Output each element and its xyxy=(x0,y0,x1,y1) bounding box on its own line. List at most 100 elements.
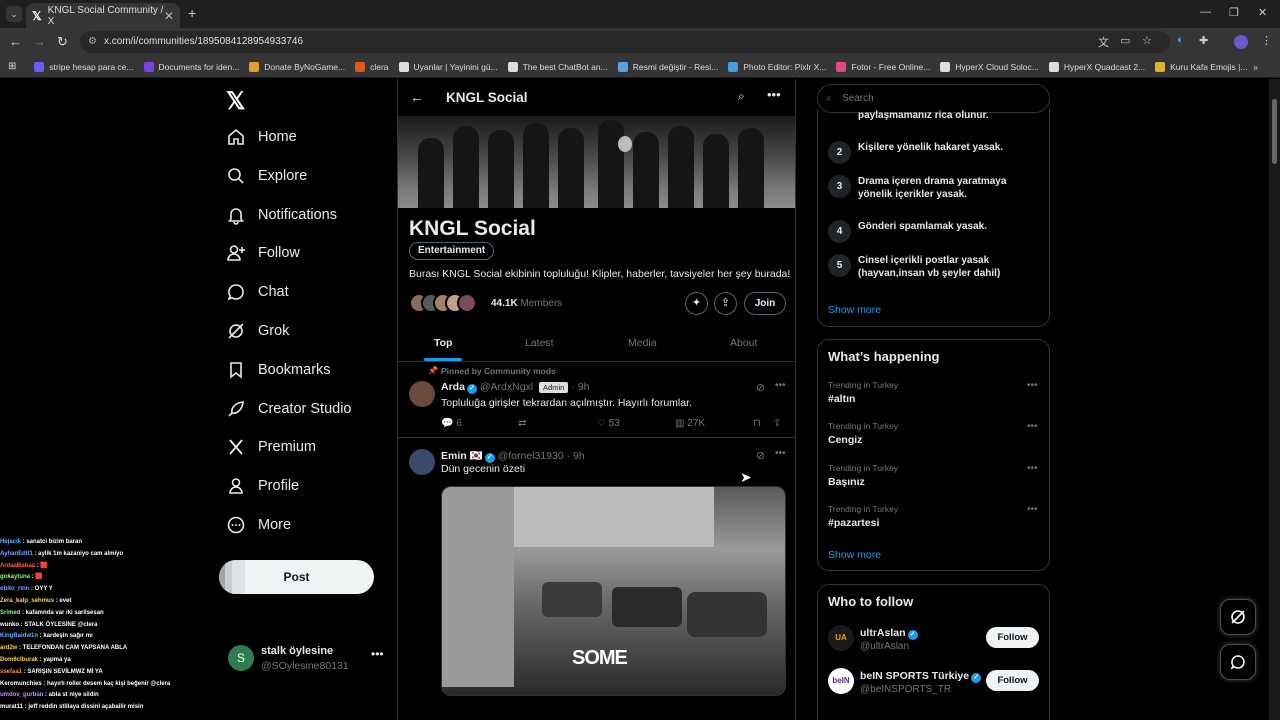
tab-search-button[interactable]: ⌄ xyxy=(6,6,22,22)
follow-name[interactable]: ultrAslan ✓ xyxy=(860,627,918,640)
back-arrow-icon[interactable]: ← xyxy=(410,89,424,105)
sidebar-item-chat[interactable]: Chat xyxy=(226,278,289,306)
sidebar-item-premium[interactable]: Premium xyxy=(226,433,316,461)
cast-icon[interactable]: ▭ xyxy=(1120,34,1130,47)
trend-more-icon[interactable]: ••• xyxy=(1027,463,1038,474)
window-close-icon[interactable]: ✕ xyxy=(1258,6,1267,19)
tab-media[interactable]: Media xyxy=(628,337,657,349)
account-switcher[interactable]: S stalk öylesine @SOylesine80131 ••• xyxy=(226,645,386,677)
browser-tab[interactable]: 𝕏 KNGL Social Community / X ✕ xyxy=(26,3,180,28)
grok-post-icon[interactable]: ⊘ xyxy=(756,449,765,462)
grok-sparkle-button[interactable]: ✦ xyxy=(685,292,708,315)
bookmark-item[interactable]: stripe hesap para ce... xyxy=(34,61,134,72)
trend-item[interactable]: Trending in Turkey #pazartesi ••• xyxy=(828,504,1043,536)
scrollbar-thumb[interactable] xyxy=(1272,99,1277,164)
post[interactable]: Emin 🇰🇷 ✓ @fornel31930 · 9h ⊘ ••• Dün gec… xyxy=(398,441,795,720)
extension-icon[interactable]: ◖ xyxy=(1176,34,1183,46)
follow-suggestion[interactable]: UA ultrAslan ✓ @ultrAslan Follow xyxy=(828,625,1043,655)
sidebar-item-more[interactable]: More xyxy=(226,511,291,539)
bookmark-item[interactable]: Fotor - Free Online... xyxy=(836,61,930,72)
follow-button[interactable]: Follow xyxy=(986,627,1039,648)
avatar[interactable] xyxy=(409,381,435,407)
trends-show-more-link[interactable]: Show more xyxy=(828,549,881,561)
post-author[interactable]: Arda ✓ @ArdxNgxl Admin · 9h xyxy=(441,381,589,394)
site-info-icon[interactable]: ⚙ xyxy=(88,31,97,53)
sidebar-item-notifications[interactable]: Notifications xyxy=(226,201,337,229)
repost-button[interactable]: ⇄ xyxy=(518,418,526,429)
back-icon[interactable]: ← xyxy=(9,34,22,49)
account-more-icon[interactable]: ••• xyxy=(371,647,384,661)
sidebar-item-explore[interactable]: Explore xyxy=(226,162,307,190)
bookmarks-overflow-icon[interactable]: » xyxy=(1253,62,1258,72)
tab-top[interactable]: Top xyxy=(434,337,452,349)
extensions-puzzle-icon[interactable]: ✚ xyxy=(1199,34,1208,47)
follow-name[interactable]: beIN SPORTS Türkiye ✓ xyxy=(860,670,982,683)
avatar[interactable]: beIN xyxy=(828,668,854,694)
x-logo-icon[interactable]: 𝕏 xyxy=(226,87,245,116)
tab-about[interactable]: About xyxy=(730,337,757,349)
follow-button[interactable]: Follow xyxy=(986,670,1039,691)
post-button[interactable]: Post xyxy=(219,560,374,594)
join-button[interactable]: Join xyxy=(744,292,786,315)
community-more-icon[interactable]: ••• xyxy=(767,87,781,102)
sidebar-item-creator-studio[interactable]: Creator Studio xyxy=(226,395,352,423)
follow-suggestion[interactable]: beIN beIN SPORTS Türkiye ✓ @beINSPORTS_TR Fo… xyxy=(828,668,1043,698)
views-button[interactable]: ▥ 27K xyxy=(675,418,705,429)
share-button[interactable]: ⇪ xyxy=(714,292,737,315)
maximize-icon[interactable]: ❐ xyxy=(1229,6,1239,19)
post-more-icon[interactable]: ••• xyxy=(775,380,786,391)
apps-grid-icon[interactable]: ⊞ xyxy=(8,61,16,72)
sidebar-item-follow[interactable]: Follow xyxy=(226,239,300,267)
trend-more-icon[interactable]: ••• xyxy=(1027,380,1038,391)
reload-icon[interactable]: ↻ xyxy=(57,34,68,50)
forward-icon[interactable]: → xyxy=(33,34,46,49)
like-button[interactable]: ♡ 53 xyxy=(597,418,620,429)
grok-post-icon[interactable]: ⊘ xyxy=(756,381,765,394)
sidebar-item-grok[interactable]: Grok xyxy=(226,317,289,345)
sidebar-item-bookmarks[interactable]: Bookmarks xyxy=(226,356,331,384)
post-more-icon[interactable]: ••• xyxy=(775,448,786,459)
pinned-post[interactable]: 📌 Pinned by Community mods Arda ✓ @ArdxNg… xyxy=(398,366,795,438)
bookmark-star-icon[interactable]: ☆ xyxy=(1142,34,1152,47)
trend-item[interactable]: Trending in Turkey Başınız ••• xyxy=(828,463,1043,495)
bookmark-item[interactable]: HyperX Quadcast 2... xyxy=(1048,61,1145,72)
tab-close-icon[interactable]: ✕ xyxy=(164,9,174,23)
share-post-icon[interactable]: ⇪ xyxy=(773,418,781,429)
bookmark-item[interactable]: clera xyxy=(355,61,389,72)
new-tab-button[interactable]: + xyxy=(188,5,196,21)
tab-latest[interactable]: Latest xyxy=(525,337,554,349)
rules-show-more-link[interactable]: Show more xyxy=(828,304,881,316)
post-media-image[interactable]: SOME xyxy=(441,486,786,696)
bookmark-item[interactable]: Resmi değiştir - Resi... xyxy=(617,61,718,72)
sidebar-item-home[interactable]: Home xyxy=(226,123,297,151)
bookmark-item[interactable]: HyperX Cloud Soloc... xyxy=(940,61,1039,72)
browser-menu-icon[interactable]: ⋮ xyxy=(1261,34,1272,47)
minimize-icon[interactable]: — xyxy=(1200,6,1211,18)
translate-icon[interactable]: 文 xyxy=(1098,34,1109,50)
page-scrollbar[interactable] xyxy=(1269,79,1280,720)
member-avatars[interactable] xyxy=(409,293,489,313)
trend-more-icon[interactable]: ••• xyxy=(1027,504,1038,515)
bookmark-item[interactable]: Photo Editor: Pixlr X... xyxy=(728,61,826,72)
profile-avatar-icon[interactable] xyxy=(1234,35,1248,49)
community-search-icon[interactable]: ⌕ xyxy=(738,89,745,104)
sidebar-item-profile[interactable]: Profile xyxy=(226,472,299,500)
messages-float-button[interactable] xyxy=(1220,644,1256,680)
post-author[interactable]: Emin 🇰🇷 ✓ @fornel31930 · 9h xyxy=(441,449,585,463)
avatar[interactable] xyxy=(409,449,435,475)
url-bar[interactable]: ⚙ x.com/i/communities/189508412895493374… xyxy=(80,31,1170,53)
bookmark-item[interactable]: The best ChatBot an... xyxy=(507,61,608,72)
reply-button[interactable]: 💬 6 xyxy=(441,418,462,429)
bookmark-item[interactable]: Documents for iden... xyxy=(143,61,239,72)
bookmark-item[interactable]: Uyanlar | Yayinini gü... xyxy=(398,61,498,72)
bookmark-item[interactable]: Donate ByNoGame... xyxy=(249,61,345,72)
trend-item[interactable]: Trending in Turkey #altın ••• xyxy=(828,380,1043,412)
trend-more-icon[interactable]: ••• xyxy=(1027,421,1038,432)
bookmark-item[interactable]: Kuru Kafa Emojis |... xyxy=(1155,61,1247,72)
community-category-badge[interactable]: Entertainment xyxy=(409,242,495,260)
member-count[interactable]: 44.1K Members xyxy=(491,298,562,309)
trend-item[interactable]: Trending in Turkey Cengiz ••• xyxy=(828,421,1043,453)
bookmark-post-icon[interactable]: ⊓ xyxy=(753,418,761,429)
avatar[interactable]: UA xyxy=(828,625,854,651)
grok-float-button[interactable] xyxy=(1220,599,1256,635)
